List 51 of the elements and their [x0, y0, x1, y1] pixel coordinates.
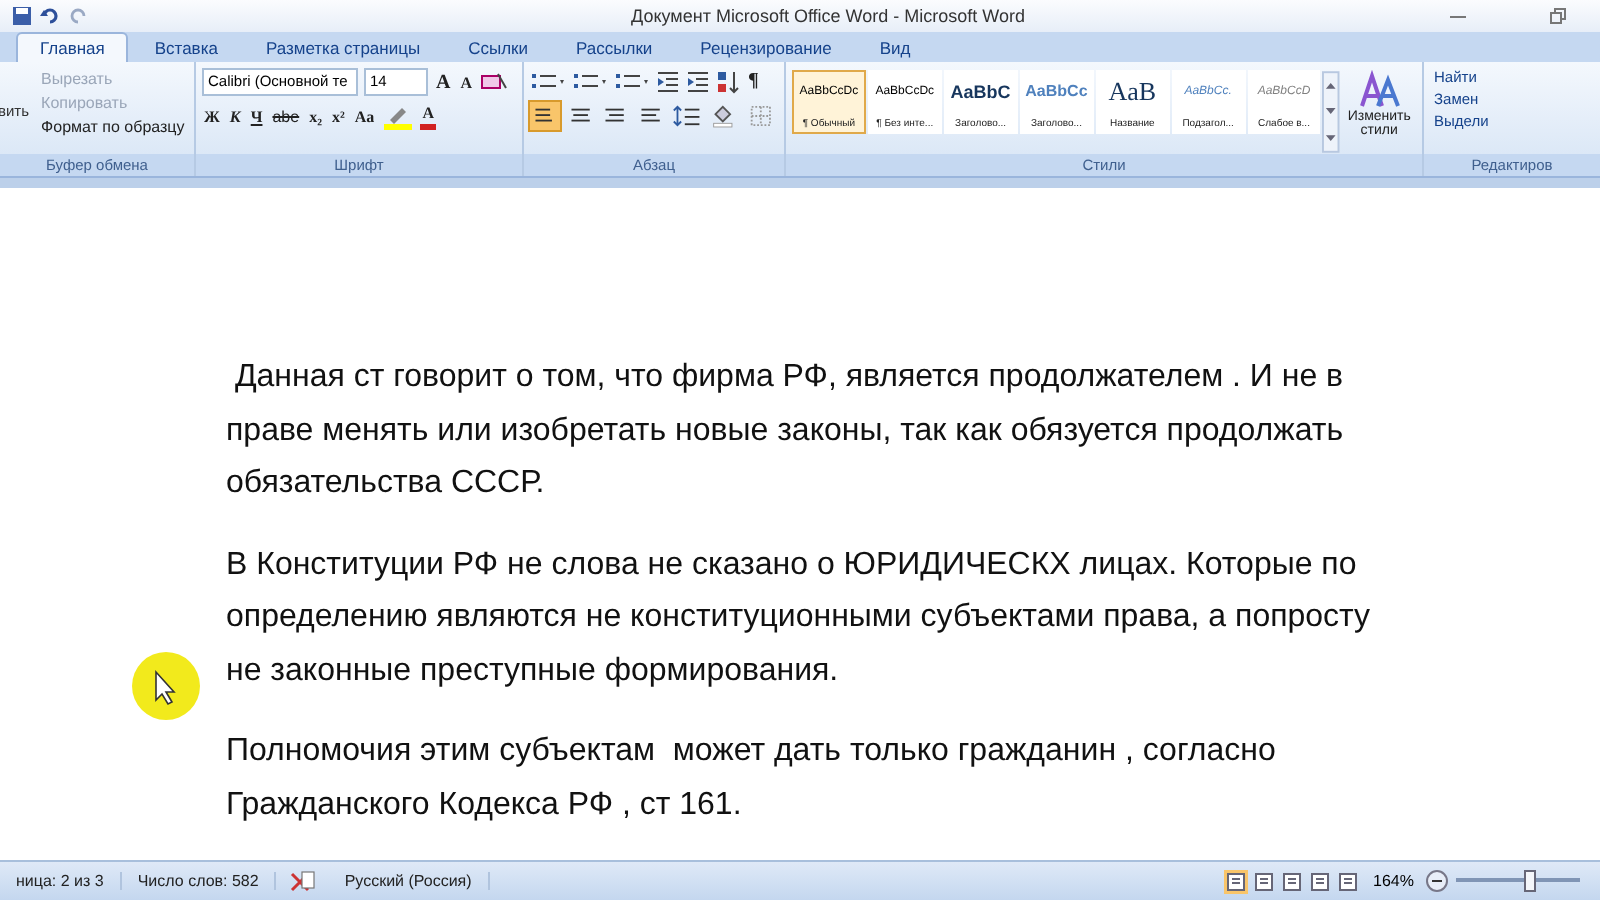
align-icon[interactable] [530, 102, 560, 131]
gallery-scroll-icon[interactable] [1322, 70, 1341, 155]
view-mode-icon[interactable] [1223, 869, 1248, 894]
ribbon-tab[interactable]: Вставка [132, 32, 240, 63]
zoom-thumb[interactable] [1524, 870, 1537, 893]
font-color-button[interactable]: A [420, 104, 436, 131]
paragraph: В Конституции РФ не слова не сказано о ЮРИДИЧЕСКХ лицах. Которые по определению являются не конституционными субъектами права, а попросту не законные преступные формирования. [226, 545, 1373, 692]
format-button[interactable]: Aa [352, 104, 377, 131]
restore-icon[interactable] [1548, 5, 1568, 26]
save-icon[interactable] [12, 5, 32, 26]
sort-icon[interactable] [716, 69, 740, 94]
spelling-icon[interactable] [288, 869, 317, 894]
format-button[interactable]: abe [270, 104, 302, 131]
view-mode-icon[interactable] [1251, 869, 1276, 894]
line-spacing-icon[interactable] [671, 102, 704, 131]
indent-icon[interactable] [686, 69, 710, 94]
indent-icon[interactable] [656, 69, 680, 94]
shrink-font-button[interactable]: A [458, 69, 475, 96]
cursor-highlight-icon [132, 652, 200, 721]
ribbon-tab[interactable]: Разметка страницы [243, 32, 443, 63]
format-button[interactable]: x₂ [307, 104, 324, 131]
clipboard-item[interactable]: Формат по образцу [37, 116, 189, 139]
ribbon-tab[interactable]: Ссылки [446, 32, 551, 63]
paragraph: Полномочия этим субъектам может дать только гражданин , согласно Гражданского Кодекса РФ , ст 161. [226, 732, 1278, 826]
ribbon-tab[interactable]: Вид [857, 32, 933, 63]
zoom-percent-text[interactable]: 164% [1373, 872, 1414, 891]
styles-icon [1357, 70, 1402, 111]
page-count-text[interactable]: ница: 2 из 3 [0, 872, 122, 891]
paragraph: Данная ст говорит о том, что фирма РФ, является продолжателем . И не в праве менять или изобретать новые законы, так как обязуется продолжать обязательства СССР. [226, 358, 1346, 505]
window-title: Документ Microsoft Office Word - Microsoft Word [629, 5, 1027, 26]
clear-format-icon[interactable] [480, 70, 509, 95]
highlight-icon[interactable] [382, 104, 415, 131]
word-count-text[interactable]: Число слов: 582 [121, 872, 277, 891]
list-icon[interactable] [572, 69, 608, 94]
format-button[interactable]: x² [330, 104, 347, 131]
undo-icon[interactable] [40, 5, 60, 26]
grow-font-button[interactable]: A [434, 69, 453, 96]
language-text[interactable]: Русский (Россия) [328, 872, 490, 891]
view-mode-icon[interactable] [1279, 869, 1304, 894]
ribbon-tab[interactable]: Рецензирование [678, 32, 854, 63]
show-marks-button[interactable]: ¶ [746, 68, 761, 95]
zoom-out-icon[interactable] [1426, 870, 1448, 893]
ribbon-tab[interactable]: Главная [16, 32, 129, 63]
view-mode-icon[interactable] [1335, 869, 1360, 894]
format-button[interactable]: Ж [202, 104, 222, 131]
format-button[interactable]: Ч [248, 104, 265, 131]
list-icon[interactable] [614, 69, 650, 94]
view-mode-icon[interactable] [1307, 869, 1332, 894]
format-button[interactable]: К [227, 104, 243, 131]
list-icon[interactable] [530, 69, 566, 94]
ribbon-tab[interactable]: Рассылки [554, 32, 675, 63]
